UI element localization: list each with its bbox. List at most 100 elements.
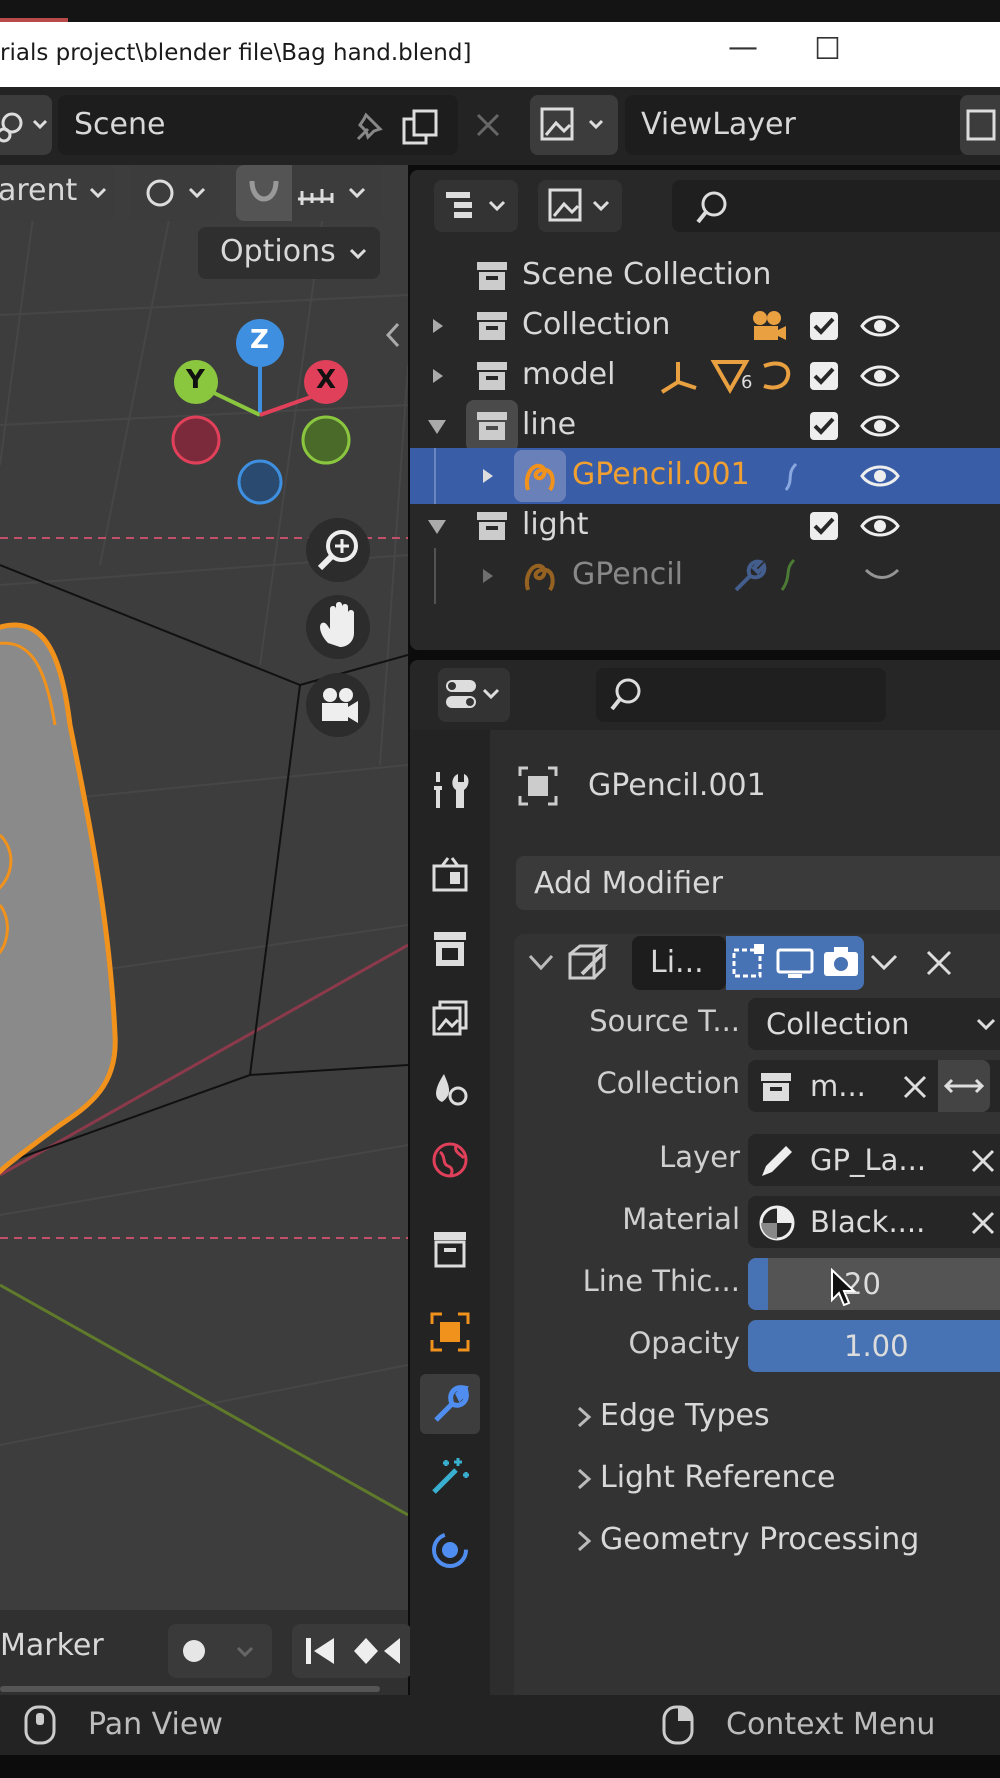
clear-icon[interactable] [970,1210,996,1236]
editor-type-dropdown[interactable] [438,668,510,722]
checkbox-icon[interactable] [808,410,840,442]
expand-arrow-icon[interactable] [428,316,448,336]
outliner-row-line[interactable]: line [410,398,1000,454]
tab-physics[interactable] [420,1520,480,1580]
tab-tool[interactable] [420,760,480,820]
tab-output[interactable] [420,918,480,978]
collection-field[interactable]: m... [748,1060,1000,1112]
chevron-right-icon [577,1530,592,1552]
eye-icon[interactable] [860,460,900,492]
tab-visual-effects[interactable] [420,1446,480,1506]
modifier-panel: Li... Source T... Collection Collection [514,934,1000,1700]
eye-closed-icon[interactable] [862,562,902,586]
marker-menu[interactable]: Marker [0,1628,104,1663]
source-type-dropdown[interactable]: Collection [748,998,1000,1050]
eye-icon[interactable] [860,410,900,442]
line-thickness-slider[interactable]: 20 [748,1258,1000,1310]
properties-editor: GPencil.001 Add Modifier Li... Source T.… [410,660,1000,1700]
outliner-row-collection[interactable]: Collection [410,298,1000,354]
outliner-search-input[interactable] [672,180,1000,232]
outliner-row-scene-collection[interactable]: Scene Collection [410,248,1000,304]
render-toggle[interactable] [818,936,864,990]
outliner-row-gpencil-001[interactable]: GPencil.001 [410,448,1000,504]
pan-button[interactable] [306,595,370,659]
outliner-label: model [522,357,616,392]
checkbox-icon[interactable] [808,310,840,342]
3d-viewport[interactable]: arent Options Z Y X [0,165,408,1610]
eye-icon[interactable] [860,360,900,392]
scene-name-field[interactable]: Scene [58,95,458,155]
properties-tabs [410,730,490,1700]
modifier-name-field[interactable]: Li... [632,936,726,990]
transform-orientation-dropdown[interactable]: arent [0,165,114,221]
line-thickness-label: Line Thic... [582,1264,740,1298]
viewlayer-name-field[interactable]: ViewLayer [625,95,965,155]
zoom-button[interactable] [306,518,370,582]
new-scene-icon[interactable] [398,105,442,149]
eye-icon[interactable] [860,310,900,342]
tab-collection[interactable] [420,1218,480,1278]
tab-modifiers[interactable] [420,1374,480,1434]
grease-pencil-icon [525,463,555,492]
properties-search-input[interactable] [596,668,886,722]
chevron-down-icon[interactable] [866,950,902,976]
tab-world[interactable] [420,1130,480,1190]
viewlayer-browse-button[interactable] [530,95,618,155]
checkbox-icon[interactable] [808,510,840,542]
viewport-display-toggle[interactable] [772,936,818,990]
outliner-row-gpencil[interactable]: GPencil [410,548,1000,604]
filter-dropdown[interactable] [538,180,622,232]
pin-icon[interactable] [348,107,388,147]
pivot-point-dropdown[interactable] [130,165,220,221]
subpanel-light-reference[interactable]: Light Reference [574,1452,994,1506]
eye-icon[interactable] [860,510,900,542]
expand-arrow-icon[interactable] [478,566,498,586]
snap-target-dropdown[interactable] [292,165,382,221]
delete-scene-icon[interactable] [470,107,506,143]
collapse-arrow-icon[interactable] [426,418,448,436]
outliner-label: Scene Collection [522,257,772,292]
minimize-button[interactable]: — [728,30,758,65]
new-viewlayer-button[interactable] [960,95,1000,155]
object-data-icon [518,766,558,806]
subpanel-geometry-processing[interactable]: Geometry Processing [574,1514,994,1568]
subpanel-edge-types[interactable]: Edge Types [574,1390,994,1444]
mouse-cursor-icon [831,1268,857,1307]
clear-icon[interactable] [902,1074,928,1100]
gizmo-z-label: Z [250,325,269,355]
outliner-row-model[interactable]: model 6 [410,348,1000,404]
empty-axes-icon [660,362,697,394]
tab-object[interactable] [420,1302,480,1362]
edit-mode-toggle[interactable] [726,936,772,990]
invert-collection-toggle[interactable] [938,1060,990,1112]
expand-arrow-icon[interactable] [428,366,448,386]
checkbox-icon[interactable] [808,360,840,392]
clear-icon[interactable] [970,1148,996,1174]
tab-render[interactable] [420,846,480,906]
opacity-slider[interactable]: 1.00 [748,1320,1000,1372]
collection-icon [477,312,507,340]
chevron-left-icon[interactable] [384,320,404,350]
display-mode-dropdown[interactable] [434,180,518,232]
playback-controls[interactable] [292,1624,412,1678]
scene-name: Scene [74,107,166,142]
layer-label: Layer [659,1140,740,1174]
auto-keying-toggle[interactable] [168,1624,272,1678]
outliner-row-light[interactable]: light [410,498,1000,554]
properties-icon [446,680,500,708]
chevron-down-icon[interactable] [526,950,556,976]
collapse-arrow-icon[interactable] [426,518,448,536]
tab-view-layer[interactable] [420,988,480,1048]
snap-toggle[interactable] [236,165,292,221]
camera-view-button[interactable] [306,673,370,737]
tab-scene[interactable] [420,1060,480,1120]
add-modifier-button[interactable]: Add Modifier [516,856,1000,910]
timeline-scrollbar[interactable] [0,1686,380,1692]
options-dropdown[interactable]: Options [198,227,380,279]
close-icon[interactable] [924,948,954,978]
maximize-button[interactable]: ☐ [814,32,841,67]
layer-field[interactable]: GP_La... [748,1134,1000,1186]
material-field[interactable]: Black.... [748,1196,1000,1248]
expand-arrow-icon[interactable] [478,466,498,486]
scene-browse-button[interactable] [0,95,52,155]
